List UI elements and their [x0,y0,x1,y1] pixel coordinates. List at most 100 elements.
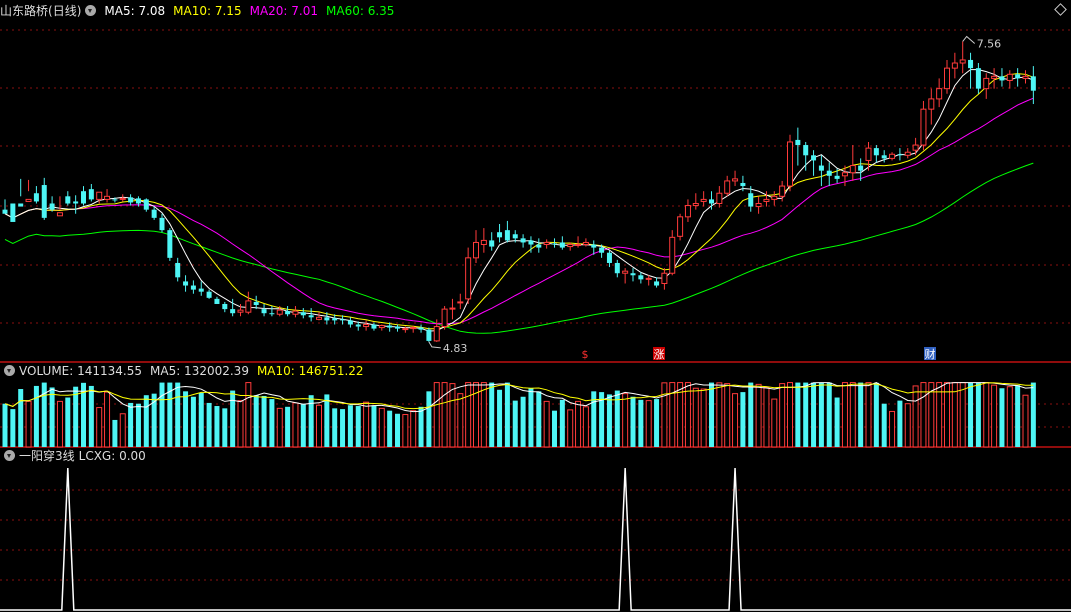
low-pointer [428,341,441,349]
candle-body [520,238,526,243]
volume-bar [410,410,417,448]
candle-body [347,320,353,325]
candle-body [88,189,94,200]
volume-bar [465,382,472,448]
volume-bar [316,404,322,448]
volume-bar [395,413,400,447]
volume-bar [355,406,361,447]
volume-bar [975,382,981,447]
volume-bar [692,387,699,448]
candle-body [10,203,16,222]
volume-ma10-line [4,382,1034,410]
volume-bar [1006,386,1013,448]
volume-bar [552,410,557,447]
volume-bar [787,382,793,448]
candle-body [261,309,267,314]
candle-body [897,154,903,156]
volume-bar [426,391,432,447]
candle-body [410,327,417,330]
candle-body [159,217,165,231]
volume-bar [285,406,291,447]
candle-body [433,326,440,342]
candle-body [684,205,691,218]
candle-body [567,244,574,248]
candle-body [959,59,966,64]
volume-bar [716,382,723,448]
volume-bar [904,403,911,448]
volume-bar [214,406,220,447]
volume-bar [18,389,24,447]
candle-body [912,144,919,151]
candle-body [56,212,63,217]
volume-bar [834,397,840,447]
candle-body [645,277,652,280]
candle-body [991,75,998,79]
volume-bar [276,407,283,448]
volume-bar [559,399,565,447]
volume-bar [489,382,495,447]
volume-bar [630,396,636,447]
candle-body [395,326,400,329]
volume-bar [371,405,377,447]
candle-body [763,198,770,202]
candle-body [402,328,409,331]
candle-body [692,202,699,207]
candle-body [755,202,762,208]
volume-bar [441,382,448,448]
candle-body [606,252,612,263]
candle-body [904,151,911,156]
candle-body [732,178,739,182]
volume-bar [198,392,204,447]
volume-bar [968,382,974,447]
candle-body [269,313,275,315]
volume-bar [33,385,39,447]
candle-body [143,199,149,210]
volume-bar [881,403,887,447]
volume-bar [999,388,1005,447]
high-pointer [962,35,976,44]
candle-body [999,76,1005,81]
volume-bar [292,402,299,448]
candle-body [795,139,801,146]
volume-bar [582,406,589,448]
volume-bar [645,400,652,448]
volume-bar [803,382,809,447]
candle-body [316,316,322,320]
volume-bar [732,393,739,448]
candle-body [245,300,252,313]
candle-body [457,301,464,304]
candle-body [559,242,565,248]
volume-bar [606,394,612,447]
candle-body [630,273,636,276]
candle-body [96,191,103,200]
volume-bar [575,400,582,448]
candle-body [175,262,181,278]
volume-bar [237,400,244,448]
candle-body [378,325,385,329]
candle-body [167,230,173,258]
high-price-label: 7.56 [977,37,1002,50]
volume-bar [159,382,165,447]
candle-body [920,108,927,146]
ma60-line [4,162,1034,334]
candle-body [740,182,746,187]
candle-body [936,88,943,100]
candle-body [1022,75,1029,79]
volume-bar [300,403,306,447]
chart-canvas[interactable]: 7.56 4.83 $ 涨 财 [0,0,1071,612]
volume-bar [449,383,456,448]
candle-body [2,209,8,214]
volume-bar [826,382,832,447]
candle-body [983,77,990,90]
volume-bar [724,383,731,448]
candle-body [480,239,487,246]
volume-bar [771,398,778,448]
candle-body [151,209,157,218]
candle-body [426,329,432,341]
low-price-label: 4.83 [443,342,468,355]
candle-body [748,193,754,207]
candle-body [25,198,32,202]
volume-bar [112,419,118,447]
candle-body [591,244,597,248]
candle-body [465,257,472,300]
